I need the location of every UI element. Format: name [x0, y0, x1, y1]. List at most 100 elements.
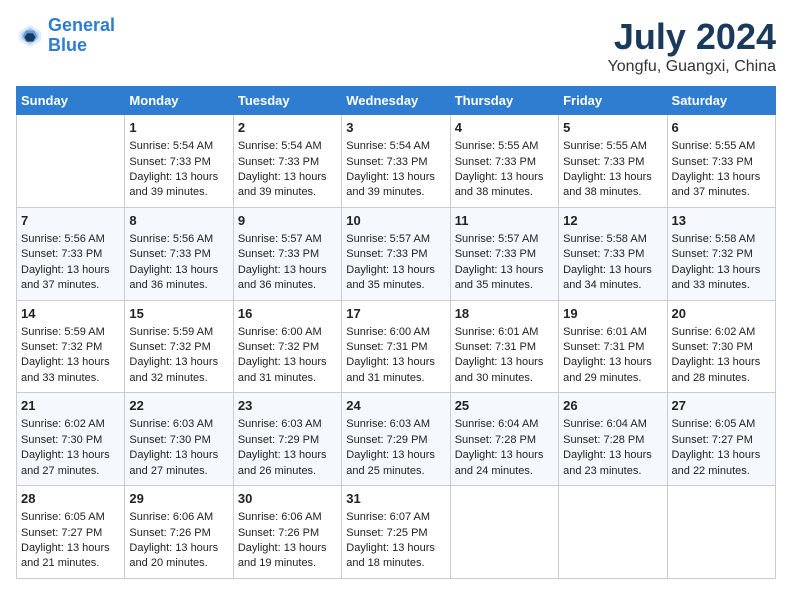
- day-info: Sunrise: 6:02 AM Sunset: 7:30 PM Dayligh…: [21, 418, 110, 476]
- day-info: Sunrise: 6:03 AM Sunset: 7:30 PM Dayligh…: [129, 418, 218, 476]
- day-info: Sunrise: 5:58 AM Sunset: 7:32 PM Dayligh…: [672, 233, 761, 291]
- weekday-header-saturday: Saturday: [667, 87, 775, 115]
- day-number: 28: [21, 490, 120, 508]
- day-info: Sunrise: 6:05 AM Sunset: 7:27 PM Dayligh…: [672, 418, 761, 476]
- weekday-header-wednesday: Wednesday: [342, 87, 450, 115]
- day-number: 31: [346, 490, 445, 508]
- day-number: 11: [455, 212, 554, 230]
- weekday-header-row: SundayMondayTuesdayWednesdayThursdayFrid…: [17, 87, 776, 115]
- calendar-cell: 24 Sunrise: 6:03 AM Sunset: 7:29 PM Dayli…: [342, 393, 450, 486]
- calendar-cell: [559, 486, 667, 579]
- day-number: 2: [238, 119, 337, 137]
- calendar-cell: 1Sunrise: 5:54 AM Sunset: 7:33 PM Daylig…: [125, 115, 233, 208]
- calendar-cell: 26 Sunrise: 6:04 AM Sunset: 7:28 PM Dayli…: [559, 393, 667, 486]
- day-number: 22: [129, 397, 228, 415]
- day-info: Sunrise: 6:01 AM Sunset: 7:31 PM Dayligh…: [563, 326, 652, 384]
- logo-text: General Blue: [48, 16, 115, 56]
- day-number: 3: [346, 119, 445, 137]
- calendar-cell: 15 Sunrise: 5:59 AM Sunset: 7:32 PM Dayli…: [125, 300, 233, 393]
- day-number: 12: [563, 212, 662, 230]
- logo-line1: General: [48, 15, 115, 35]
- logo: General Blue: [16, 16, 115, 56]
- day-info: Sunrise: 5:57 AM Sunset: 7:33 PM Dayligh…: [455, 233, 544, 291]
- day-info: Sunrise: 5:55 AM Sunset: 7:33 PM Dayligh…: [455, 140, 544, 198]
- day-number: 7: [21, 212, 120, 230]
- day-number: 17: [346, 305, 445, 323]
- calendar-cell: [450, 486, 558, 579]
- calendar-cell: 20 Sunrise: 6:02 AM Sunset: 7:30 PM Dayli…: [667, 300, 775, 393]
- calendar-cell: 5 Sunrise: 5:55 AM Sunset: 7:33 PM Daylig…: [559, 115, 667, 208]
- day-info: Sunrise: 5:54 AM Sunset: 7:33 PM Dayligh…: [346, 140, 435, 198]
- day-number: 19: [563, 305, 662, 323]
- day-number: 1: [129, 119, 228, 137]
- day-number: 8: [129, 212, 228, 230]
- calendar-cell: [17, 115, 125, 208]
- day-info: Sunrise: 5:57 AM Sunset: 7:33 PM Dayligh…: [346, 233, 435, 291]
- day-number: 21: [21, 397, 120, 415]
- weekday-header-monday: Monday: [125, 87, 233, 115]
- calendar-cell: 19 Sunrise: 6:01 AM Sunset: 7:31 PM Dayli…: [559, 300, 667, 393]
- day-number: 14: [21, 305, 120, 323]
- day-number: 13: [672, 212, 771, 230]
- calendar-cell: 21 Sunrise: 6:02 AM Sunset: 7:30 PM Dayli…: [17, 393, 125, 486]
- day-info: Sunrise: 6:05 AM Sunset: 7:27 PM Dayligh…: [21, 511, 110, 569]
- day-info: Sunrise: 5:59 AM Sunset: 7:32 PM Dayligh…: [129, 326, 218, 384]
- day-number: 26: [563, 397, 662, 415]
- day-number: 10: [346, 212, 445, 230]
- day-info: Sunrise: 5:59 AM Sunset: 7:32 PM Dayligh…: [21, 326, 110, 384]
- day-number: 24: [346, 397, 445, 415]
- calendar-cell: [667, 486, 775, 579]
- weekday-header-friday: Friday: [559, 87, 667, 115]
- day-info: Sunrise: 5:55 AM Sunset: 7:33 PM Dayligh…: [672, 140, 761, 198]
- week-row-1: 1 Sunrise: 5:54 AM Sunset: 7:33 PM Daylig…: [17, 115, 776, 208]
- day-info: Sunrise: 6:04 AM Sunset: 7:28 PM Dayligh…: [563, 418, 652, 476]
- day-info: Sunrise: 6:06 AM Sunset: 7:26 PM Dayligh…: [238, 511, 327, 569]
- day-info: Sunrise: 6:01 AM Sunset: 7:31 PM Dayligh…: [455, 326, 544, 384]
- day-info: Sunrise: 5:58 AM Sunset: 7:33 PM Dayligh…: [563, 233, 652, 291]
- day-number: 20: [672, 305, 771, 323]
- calendar-cell: 25Sunrise: 6:04 AM Sunset: 7:28 PM Dayli…: [450, 393, 558, 486]
- day-info: Sunrise: 5:56 AM Sunset: 7:33 PM Dayligh…: [21, 233, 110, 291]
- day-info: Sunrise: 5:55 AM Sunset: 7:33 PM Dayligh…: [563, 140, 652, 198]
- day-number: 15: [129, 305, 228, 323]
- day-number: 9: [238, 212, 337, 230]
- calendar-cell: 12 Sunrise: 5:58 AM Sunset: 7:33 PM Dayli…: [559, 207, 667, 300]
- day-info: Sunrise: 5:57 AM Sunset: 7:33 PM Dayligh…: [238, 233, 327, 291]
- calendar-cell: 27Sunrise: 6:05 AM Sunset: 7:27 PM Dayli…: [667, 393, 775, 486]
- day-number: 30: [238, 490, 337, 508]
- day-number: 18: [455, 305, 554, 323]
- calendar-cell: 13 Sunrise: 5:58 AM Sunset: 7:32 PM Dayli…: [667, 207, 775, 300]
- page-header: General Blue July 2024 Yongfu, Guangxi, …: [16, 16, 776, 76]
- calendar-table: SundayMondayTuesdayWednesdayThursdayFrid…: [16, 86, 776, 579]
- day-number: 5: [563, 119, 662, 137]
- week-row-5: 28 Sunrise: 6:05 AM Sunset: 7:27 PM Dayli…: [17, 486, 776, 579]
- calendar-cell: 4 Sunrise: 5:55 AM Sunset: 7:33 PM Daylig…: [450, 115, 558, 208]
- calendar-cell: 31Sunrise: 6:07 AM Sunset: 7:25 PM Dayli…: [342, 486, 450, 579]
- day-info: Sunrise: 5:54 AM Sunset: 7:33 PM Dayligh…: [238, 140, 327, 198]
- calendar-cell: 8 Sunrise: 5:56 AM Sunset: 7:33 PM Daylig…: [125, 207, 233, 300]
- day-info: Sunrise: 5:56 AM Sunset: 7:33 PM Dayligh…: [129, 233, 218, 291]
- week-row-2: 7 Sunrise: 5:56 AM Sunset: 7:33 PM Daylig…: [17, 207, 776, 300]
- calendar-cell: 9 Sunrise: 5:57 AM Sunset: 7:33 PM Daylig…: [233, 207, 341, 300]
- day-number: 29: [129, 490, 228, 508]
- day-info: Sunrise: 6:03 AM Sunset: 7:29 PM Dayligh…: [346, 418, 435, 476]
- day-info: Sunrise: 6:06 AM Sunset: 7:26 PM Dayligh…: [129, 511, 218, 569]
- calendar-cell: 18 Sunrise: 6:01 AM Sunset: 7:31 PM Dayli…: [450, 300, 558, 393]
- day-info: Sunrise: 6:02 AM Sunset: 7:30 PM Dayligh…: [672, 326, 761, 384]
- calendar-cell: 2 Sunrise: 5:54 AM Sunset: 7:33 PM Daylig…: [233, 115, 341, 208]
- day-number: 25: [455, 397, 554, 415]
- calendar-cell: 23 Sunrise: 6:03 AM Sunset: 7:29 PM Dayli…: [233, 393, 341, 486]
- week-row-4: 21 Sunrise: 6:02 AM Sunset: 7:30 PM Dayli…: [17, 393, 776, 486]
- day-number: 6: [672, 119, 771, 137]
- calendar-cell: 30 Sunrise: 6:06 AM Sunset: 7:26 PM Dayli…: [233, 486, 341, 579]
- weekday-header-sunday: Sunday: [17, 87, 125, 115]
- logo-line2: Blue: [48, 35, 87, 55]
- day-number: 4: [455, 119, 554, 137]
- calendar-cell: 10 Sunrise: 5:57 AM Sunset: 7:33 PM Dayli…: [342, 207, 450, 300]
- day-info: Sunrise: 6:00 AM Sunset: 7:32 PM Dayligh…: [238, 326, 327, 384]
- calendar-cell: 16Sunrise: 6:00 AM Sunset: 7:32 PM Dayli…: [233, 300, 341, 393]
- calendar-cell: 29 Sunrise: 6:06 AM Sunset: 7:26 PM Dayli…: [125, 486, 233, 579]
- day-info: Sunrise: 6:03 AM Sunset: 7:29 PM Dayligh…: [238, 418, 327, 476]
- calendar-cell: 17Sunrise: 6:00 AM Sunset: 7:31 PM Dayli…: [342, 300, 450, 393]
- day-number: 23: [238, 397, 337, 415]
